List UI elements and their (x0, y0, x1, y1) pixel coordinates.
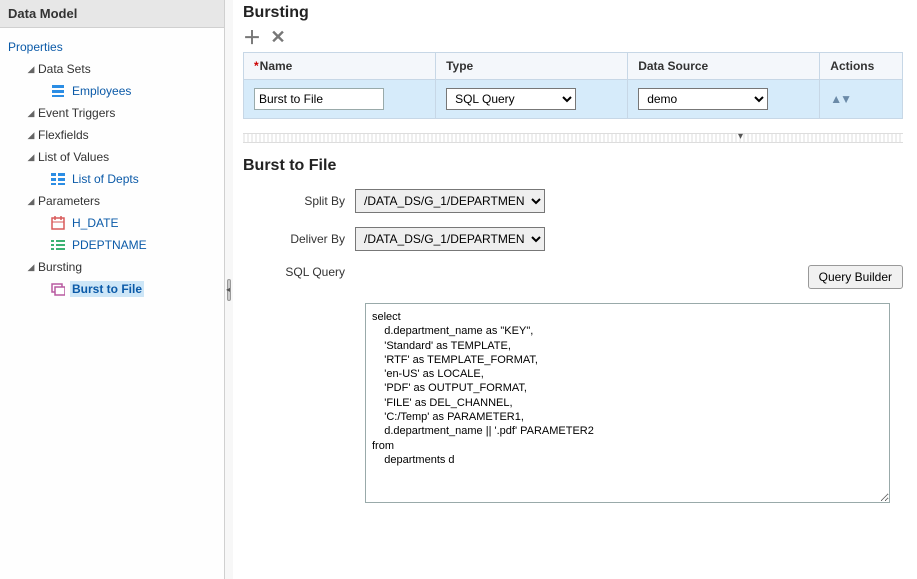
plus-icon: ＋ (243, 24, 261, 50)
collapsed-panel-strip[interactable] (243, 133, 903, 143)
delete-button[interactable]: ✕ (269, 28, 287, 46)
split-by-label: Split By (243, 194, 355, 208)
split-by-select[interactable]: /DATA_DS/G_1/DEPARTMEN (355, 189, 545, 213)
data-source-select[interactable]: demo (638, 88, 768, 110)
tree-item-employees[interactable]: Employees (6, 80, 218, 102)
type-select[interactable]: SQL Query (446, 88, 576, 110)
col-type: Type (436, 53, 628, 80)
tree-item-h-date[interactable]: H_DATE (6, 212, 218, 234)
tree-root-properties[interactable]: Properties (6, 36, 218, 58)
deliver-by-label: Deliver By (243, 232, 355, 246)
tree-item-list-of-depts[interactable]: List of Depts (6, 168, 218, 190)
detail-section-title: Burst to File (243, 157, 903, 175)
expand-arrow-icon: ◢ (26, 108, 36, 119)
add-button[interactable]: ＋ (243, 28, 261, 46)
splitter[interactable] (225, 0, 233, 579)
deliver-by-select[interactable]: /DATA_DS/G_1/DEPARTMEN (355, 227, 545, 251)
expand-arrow-icon: ◢ (26, 130, 36, 141)
col-actions: Actions (820, 53, 903, 80)
sql-query-label: SQL Query (243, 265, 355, 279)
expand-arrow-icon: ◢ (26, 262, 36, 273)
splitter-grip-icon (227, 279, 231, 301)
sidebar: Data Model Properties ◢ Data Sets Employ… (0, 0, 225, 579)
tree-node-event-triggers[interactable]: ◢ Event Triggers (6, 102, 218, 124)
toolbar: ＋ ✕ (243, 28, 903, 46)
col-data-source: Data Source (628, 53, 820, 80)
tree-node-parameters[interactable]: ◢ Parameters (6, 190, 218, 212)
col-name: *Name (244, 53, 436, 80)
bursting-table: *Name Type Data Source Actions SQL Query (243, 52, 903, 119)
sidebar-title: Data Model (0, 0, 224, 28)
tree-item-burst-to-file[interactable]: Burst to File (6, 278, 218, 300)
dataset-icon (50, 83, 66, 99)
lov-icon (50, 171, 66, 187)
sql-query-textarea[interactable] (365, 303, 890, 503)
table-row[interactable]: SQL Query demo ▲▼ (244, 80, 903, 119)
tree-node-data-sets[interactable]: ◢ Data Sets (6, 58, 218, 80)
page-title: Bursting (243, 4, 903, 22)
expand-arrow-icon: ◢ (26, 196, 36, 207)
triangle-up-icon: ▲▼ (830, 92, 850, 106)
list-param-icon (50, 237, 66, 253)
tree-item-pdeptname[interactable]: PDEPTNAME (6, 234, 218, 256)
query-builder-button[interactable]: Query Builder (808, 265, 903, 289)
bursting-icon (50, 281, 66, 297)
move-up-action[interactable]: ▲▼ (830, 92, 850, 106)
date-icon (50, 215, 66, 231)
tree: Properties ◢ Data Sets Employees ◢ Event… (0, 28, 224, 579)
expand-arrow-icon: ◢ (26, 152, 36, 163)
main-panel: Bursting ＋ ✕ *Name Type Data Source Acti… (233, 0, 917, 579)
tree-node-bursting[interactable]: ◢ Bursting (6, 256, 218, 278)
name-input[interactable] (254, 88, 384, 110)
tree-node-flexfields[interactable]: ◢ Flexfields (6, 124, 218, 146)
x-icon: ✕ (270, 27, 285, 48)
tree-node-list-of-values[interactable]: ◢ List of Values (6, 146, 218, 168)
expand-arrow-icon: ◢ (26, 64, 36, 75)
